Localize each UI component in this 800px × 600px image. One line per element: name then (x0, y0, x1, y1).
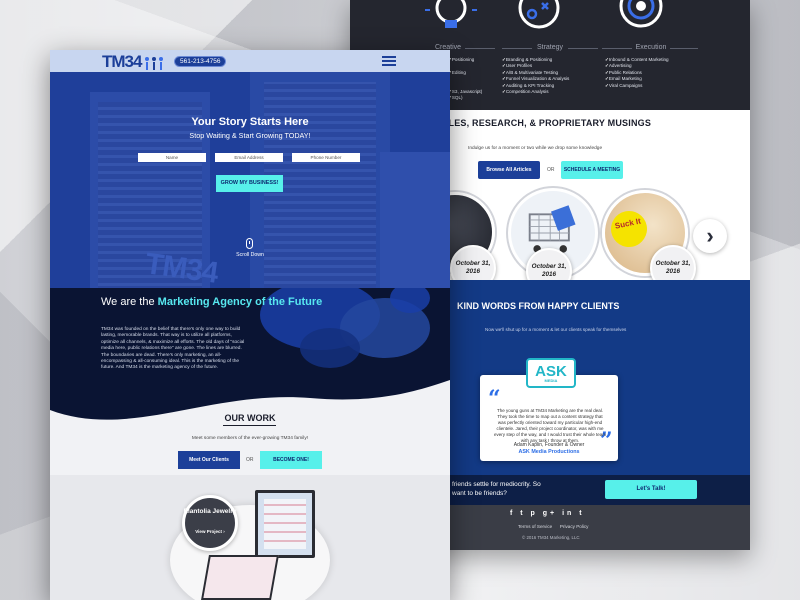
browse-articles-button[interactable]: Browse All Articles (478, 161, 540, 179)
scroll-down-label[interactable]: Scroll Down (50, 252, 450, 258)
list-item: SQL) (448, 95, 482, 101)
chevron-right-icon: › (223, 529, 225, 534)
phone-field[interactable]: Phone Number (292, 153, 360, 162)
testimonials-subtitle: Now we'll shut up for a moment & let our… (485, 327, 627, 332)
privacy-link[interactable]: Privacy Policy (560, 524, 589, 529)
next-arrow-button[interactable]: › (693, 219, 727, 253)
logo-people-icon (145, 57, 163, 70)
grow-business-button[interactable]: GROW MY BUSINESS! (216, 175, 283, 192)
testimonials-title: KIND WORDS FROM HAPPY CLIENTS (457, 301, 620, 311)
list-item: Viral Campaigns (605, 83, 669, 89)
copyright: © 2016 TM34 Marketing, LLC (522, 535, 580, 540)
list-item: Competition Analysis (502, 89, 569, 95)
target-icon (615, 0, 667, 35)
agency-body: TM34 was founded on the belief that ther… (101, 327, 245, 371)
list-item: Editing (448, 70, 482, 76)
column-divider (670, 48, 698, 49)
site-header: TM34 561-213-4756 (50, 50, 450, 72)
email-field[interactable]: Email Address (215, 153, 283, 162)
meet-clients-button[interactable]: Meet Our Clients (178, 451, 240, 469)
testimonial-author: Adam Kaplin, Founder & Owner (513, 442, 585, 448)
view-project-link[interactable]: View Project › (183, 529, 237, 534)
or-divider: OR (246, 457, 254, 463)
hamburger-menu-icon[interactable] (382, 56, 396, 68)
or-divider: OR (547, 167, 555, 173)
hero-title: Your Story Starts Here (191, 116, 309, 128)
title-underline (223, 425, 276, 426)
column-divider (465, 48, 495, 49)
execution-list: Inbound & Content Marketing Advertising … (605, 57, 669, 89)
lightbulb-icon (425, 0, 477, 35)
testimonial-company: ASK Media Productions (518, 449, 580, 455)
creative-partial-list: PositioningEditingS3, Javascript)SQL) (448, 57, 482, 102)
articles-title: ARTICLES, RESEARCH, & PROPRIETARY MUSING… (420, 118, 652, 128)
front-page-mockup: TM34 TM34 561-213-4756 Your Story Starts… (50, 50, 450, 600)
lets-talk-button[interactable]: Let's Talk! (605, 480, 697, 499)
tablet-mockup (201, 555, 279, 600)
list-item: Funnel Visualization & Analysis (502, 76, 570, 82)
project-name: Elantolia Jewelry (183, 508, 237, 515)
phone-number[interactable]: 561-213-4756 (174, 56, 227, 67)
client-logo: ASK MEDIA (526, 358, 576, 388)
schedule-meeting-button[interactable]: SCHEDULE A MEETING (561, 161, 623, 179)
open-quote-icon: “ (488, 386, 501, 412)
our-work-subtitle: Meet some members of the ever-growing TM… (191, 436, 309, 441)
list-item: Positioning (448, 57, 482, 63)
cta-text: friends settle for mediocrity. So want t… (452, 481, 541, 497)
testimonial-text: The young guns at TM34 Marketing are the… (494, 408, 606, 443)
laptop-mockup (255, 490, 315, 558)
our-work-title: OUR WORK (224, 413, 276, 423)
articles-subtitle: Indulge us for a moment or two while we … (468, 146, 603, 151)
wave-divider (50, 380, 450, 440)
strategy-list: Branding & Positioning User Profiles A/B… (502, 57, 570, 95)
name-field[interactable]: Name (138, 153, 206, 162)
terms-link[interactable]: Terms of Service (518, 524, 552, 529)
logo[interactable]: TM34 (102, 52, 142, 72)
strategy-icon (513, 0, 565, 35)
social-icons[interactable]: f t p g+ in t (510, 510, 585, 517)
column-divider (568, 48, 598, 49)
become-one-button[interactable]: BECOME ONE! (260, 451, 322, 469)
mouse-scroll-icon[interactable] (246, 238, 253, 249)
suck-it-sign: Suck It (607, 207, 651, 251)
project-card[interactable] (182, 495, 238, 551)
footer-links: Terms of Service Privacy Policy (518, 524, 588, 529)
hero-subtitle: Stop Waiting & Start Growing TODAY! (189, 131, 311, 140)
agency-title: We are the Marketing Agency of the Futur… (101, 296, 323, 308)
